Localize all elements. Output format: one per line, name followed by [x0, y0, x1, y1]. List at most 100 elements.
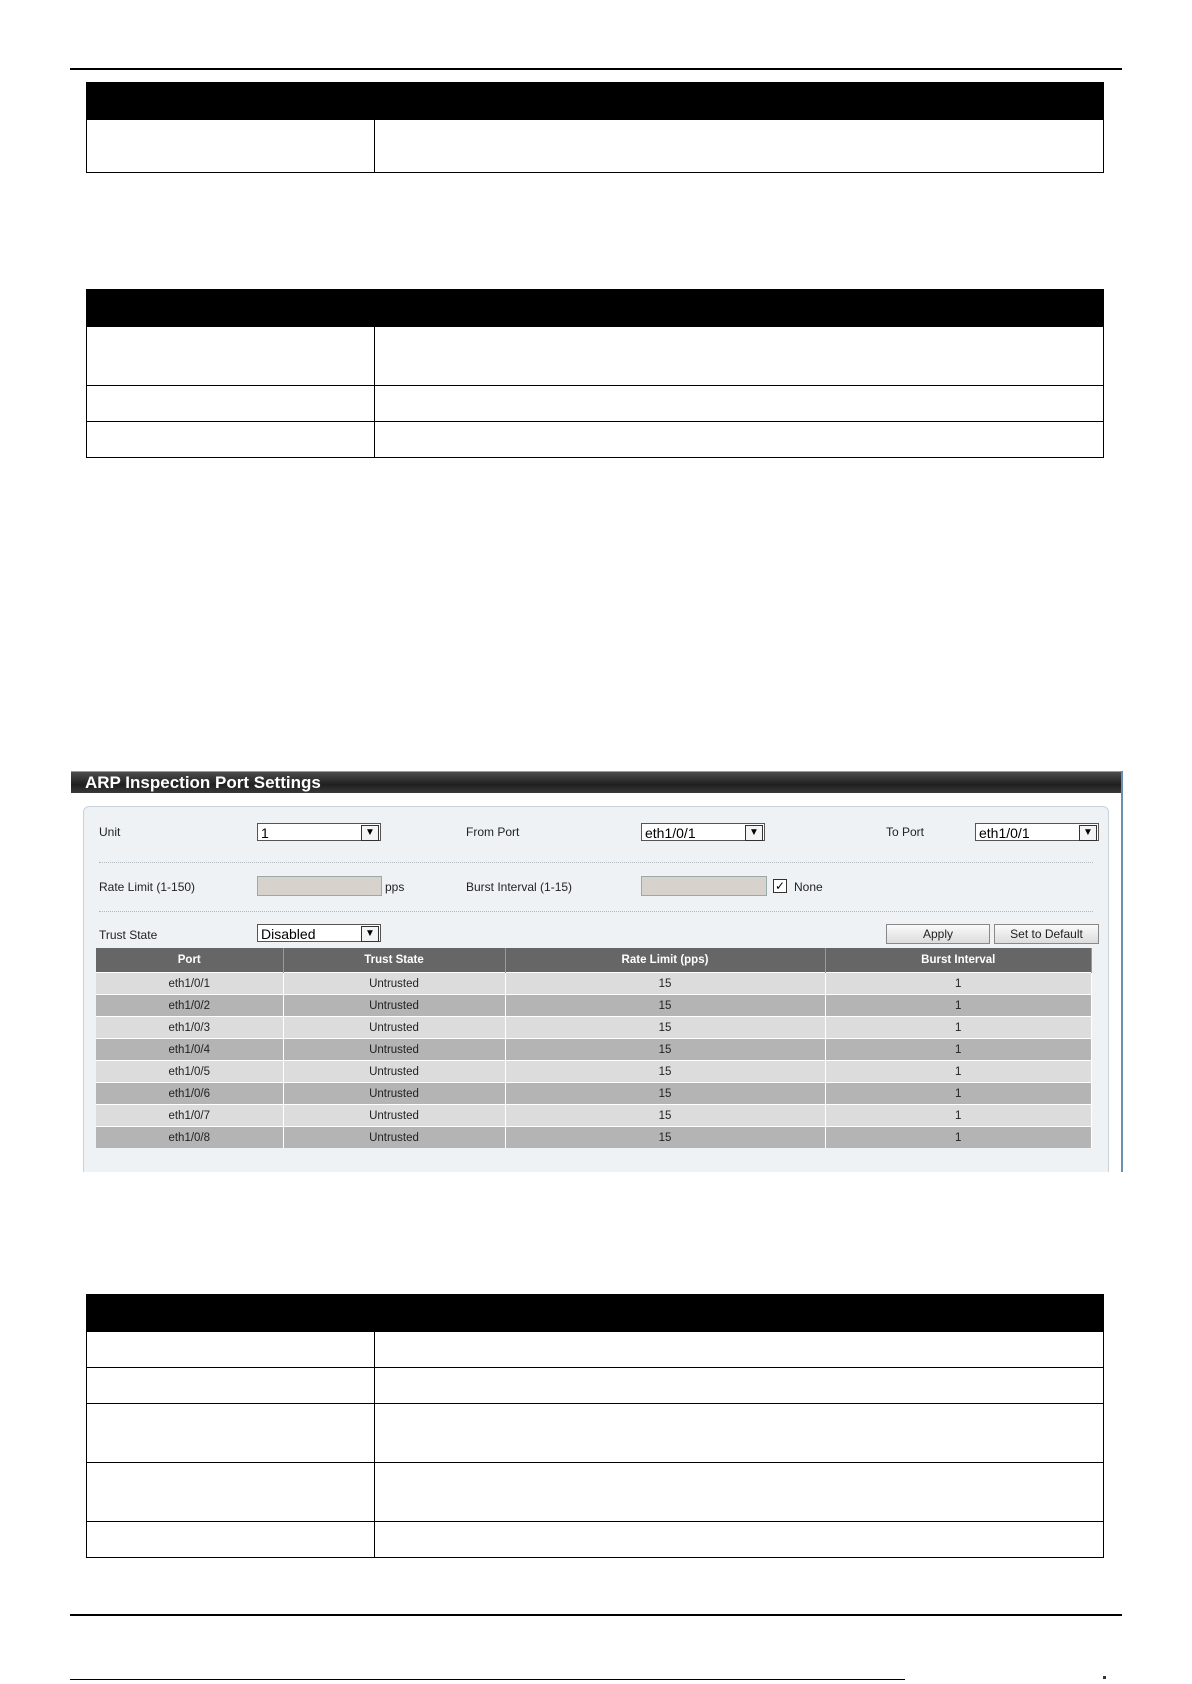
table-cell — [86, 119, 375, 173]
table-cell: 1 — [825, 1104, 1092, 1127]
table-row: eth1/0/6 Untrusted 15 1 — [96, 1082, 1092, 1105]
table-cell: 15 — [505, 1104, 826, 1127]
table-cell — [374, 119, 1104, 173]
rate-limit-unit: pps — [385, 880, 405, 894]
table-cell: Untrusted — [283, 1038, 506, 1061]
to-port-select[interactable]: eth1/0/1 ▼ — [975, 823, 1099, 841]
set-to-default-button[interactable]: Set to Default — [994, 924, 1099, 944]
table-header — [86, 289, 375, 327]
table-cell — [86, 385, 375, 422]
parameter-table-2 — [86, 289, 1104, 458]
chevron-down-icon: ▼ — [745, 825, 763, 841]
none-checkbox[interactable]: ✓ — [773, 879, 787, 893]
table-cell: 15 — [505, 1016, 826, 1039]
rate-limit-input[interactable] — [257, 876, 382, 896]
table-cell: eth1/0/2 — [96, 994, 284, 1017]
table-cell: 15 — [505, 1126, 826, 1148]
table-cell: Untrusted — [283, 1016, 506, 1039]
footer-line — [70, 1679, 905, 1680]
parameter-table-1 — [86, 82, 1104, 173]
burst-interval-label: Burst Interval (1-15) — [466, 880, 573, 894]
table-cell — [374, 421, 1104, 458]
column-header: Port — [96, 948, 284, 973]
table-cell — [374, 1331, 1104, 1368]
table-header — [374, 82, 1104, 120]
table-row: eth1/0/5 Untrusted 15 1 — [96, 1060, 1092, 1083]
table-cell: 15 — [505, 1038, 826, 1061]
panel-title: ARP Inspection Port Settings — [71, 771, 1121, 793]
column-header: Rate Limit (pps) — [505, 948, 826, 973]
divider — [99, 911, 1093, 912]
table-cell — [86, 1367, 375, 1404]
table-cell: eth1/0/8 — [96, 1126, 284, 1148]
page-mark — [1103, 1676, 1106, 1679]
table-cell: 15 — [505, 1060, 826, 1083]
parameter-table-3 — [86, 1294, 1104, 1558]
table-header — [86, 1294, 375, 1332]
table-cell: eth1/0/1 — [96, 972, 284, 995]
table-cell: 15 — [505, 994, 826, 1017]
table-cell — [86, 1462, 375, 1522]
table-cell: eth1/0/4 — [96, 1038, 284, 1061]
unit-label: Unit — [99, 825, 121, 839]
table-cell — [86, 1403, 375, 1463]
table-row: eth1/0/4 Untrusted 15 1 — [96, 1038, 1092, 1061]
chevron-down-icon: ▼ — [361, 825, 379, 841]
chevron-down-icon: ▼ — [1079, 825, 1097, 841]
table-row: eth1/0/3 Untrusted 15 1 — [96, 1016, 1092, 1039]
table-row: eth1/0/2 Untrusted 15 1 — [96, 994, 1092, 1017]
rate-limit-label: Rate Limit (1-150) — [99, 880, 196, 894]
to-port-value: eth1/0/1 — [979, 825, 1030, 841]
table-cell: 1 — [825, 1126, 1092, 1148]
table-cell: Untrusted — [283, 1104, 506, 1127]
column-header: Burst Interval — [825, 948, 1092, 973]
table-cell: eth1/0/3 — [96, 1016, 284, 1039]
footer-rule — [70, 1614, 1122, 1616]
table-cell: eth1/0/7 — [96, 1104, 284, 1127]
chevron-down-icon: ▼ — [361, 926, 379, 942]
table-cell: Untrusted — [283, 1126, 506, 1148]
table-cell — [86, 1521, 375, 1558]
table-cell: Untrusted — [283, 994, 506, 1017]
from-port-label: From Port — [466, 825, 520, 839]
table-cell — [374, 326, 1104, 386]
port-settings-table: Port Trust State Rate Limit (pps) Burst Int… — [96, 948, 1092, 1148]
table-cell: Untrusted — [283, 972, 506, 995]
table-cell — [374, 1521, 1104, 1558]
table-cell: eth1/0/5 — [96, 1060, 284, 1083]
table-cell — [86, 421, 375, 458]
none-label: None — [794, 880, 823, 894]
table-row: eth1/0/1 Untrusted 15 1 — [96, 972, 1092, 995]
column-header: Trust State — [283, 948, 506, 973]
table-cell: 15 — [505, 972, 826, 995]
table-cell — [86, 326, 375, 386]
apply-button[interactable]: Apply — [886, 924, 990, 944]
table-header — [374, 1294, 1104, 1332]
table-cell — [374, 1367, 1104, 1404]
unit-value: 1 — [261, 825, 269, 841]
table-cell: 15 — [505, 1082, 826, 1105]
burst-interval-input[interactable] — [641, 876, 767, 896]
table-cell — [374, 1462, 1104, 1522]
trust-state-label: Trust State — [99, 928, 158, 942]
table-cell: Untrusted — [283, 1082, 506, 1105]
table-header — [86, 82, 375, 120]
to-port-label: To Port — [886, 825, 925, 839]
unit-select[interactable]: 1 ▼ — [257, 823, 381, 841]
table-cell — [374, 1403, 1104, 1463]
trust-state-value: Disabled — [261, 926, 316, 942]
table-header — [374, 289, 1104, 327]
table-cell: eth1/0/6 — [96, 1082, 284, 1105]
from-port-value: eth1/0/1 — [645, 825, 696, 841]
table-cell — [86, 1331, 375, 1368]
trust-state-select[interactable]: Disabled ▼ — [257, 924, 381, 942]
table-cell: 1 — [825, 1038, 1092, 1061]
table-cell: 1 — [825, 1082, 1092, 1105]
table-cell: 1 — [825, 972, 1092, 995]
table-row: eth1/0/7 Untrusted 15 1 — [96, 1104, 1092, 1127]
table-cell — [374, 385, 1104, 422]
table-cell: 1 — [825, 994, 1092, 1017]
table-row: eth1/0/8 Untrusted 15 1 — [96, 1126, 1092, 1148]
from-port-select[interactable]: eth1/0/1 ▼ — [641, 823, 765, 841]
header-rule — [70, 68, 1122, 70]
